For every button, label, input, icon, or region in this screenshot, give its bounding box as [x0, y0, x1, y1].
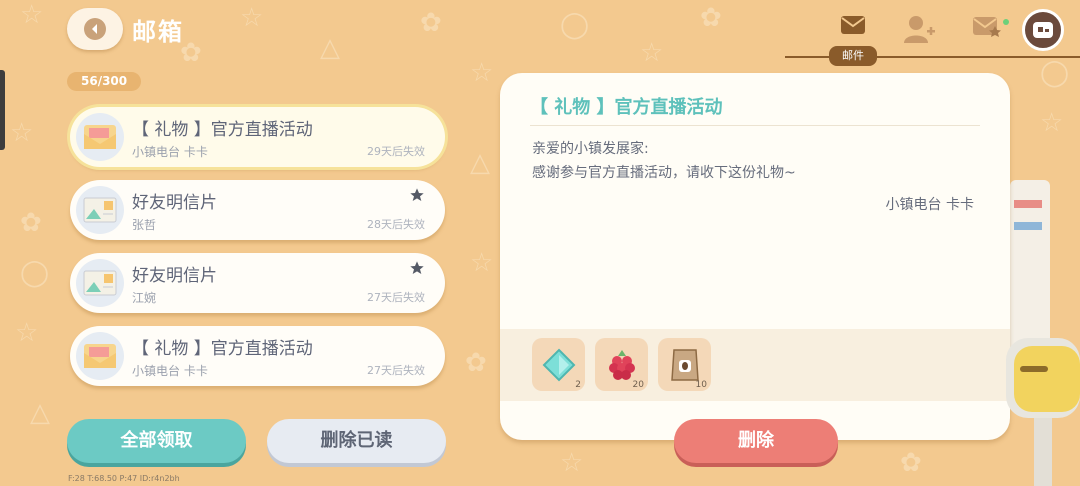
delete-read-button[interactable]: 删除已读	[267, 419, 446, 463]
detail-signature: 小镇电台 卡卡	[885, 197, 974, 213]
page-title: 邮箱	[132, 18, 184, 46]
mail-list-item[interactable]: 【 礼物 】官方直播活动 小镇电台 卡卡 29天后失效	[70, 107, 445, 167]
attachments-area: 2 20 10	[500, 329, 1010, 401]
mail-expire: 27天后失效	[367, 364, 425, 377]
left-edge-handle	[0, 70, 5, 150]
mail-expire: 28天后失效	[367, 218, 425, 231]
back-button[interactable]	[67, 8, 123, 50]
gift-envelope-icon	[76, 332, 124, 380]
attachment-item[interactable]: 2	[532, 338, 585, 391]
mail-tab-icon[interactable]	[840, 14, 866, 36]
claim-all-button[interactable]: 全部领取	[67, 419, 246, 463]
postcard-icon	[76, 186, 124, 234]
back-arrow-icon	[84, 18, 106, 40]
star-icon[interactable]	[409, 187, 425, 203]
mail-expire: 29天后失效	[367, 145, 425, 158]
attachment-count: 20	[632, 380, 644, 390]
notification-dot	[1003, 19, 1009, 25]
mail-title: 好友明信片	[132, 193, 217, 213]
avatar[interactable]	[1022, 9, 1064, 51]
detail-title: 【 礼物 】官方直播活动	[530, 97, 723, 118]
star-mail-icon[interactable]	[972, 14, 1002, 38]
postcard-icon	[76, 259, 124, 307]
add-friend-icon[interactable]	[902, 14, 936, 44]
delete-button[interactable]: 删除	[674, 419, 838, 463]
debug-info: F:28 T:68.50 P:47 ID:r4n2bh	[68, 474, 180, 483]
mail-sender: 江婉	[132, 291, 157, 305]
raspberry-icon	[608, 349, 635, 380]
mail-title: 【 礼物 】官方直播活动	[132, 120, 313, 140]
detail-body: 感谢参与官方直播活动，请收下这份礼物~	[532, 165, 796, 181]
mail-sender: 张哲	[132, 218, 157, 232]
mail-list-item[interactable]: 好友明信片 张哲 28天后失效	[70, 180, 445, 240]
attachment-count: 10	[695, 380, 707, 390]
mail-detail-panel: 【 礼物 】官方直播活动 亲爱的小镇发展家: 感谢参与官方直播活动，请收下这份礼…	[500, 73, 1010, 440]
coffee-bag-icon	[670, 348, 699, 381]
mail-list-item[interactable]: 【 礼物 】官方直播活动 小镇电台 卡卡 27天后失效	[70, 326, 445, 386]
tab-mail-label[interactable]: 邮件	[829, 46, 877, 66]
robot-face-icon	[1033, 22, 1053, 38]
mailbox-decoration	[1006, 338, 1080, 486]
mail-list-item[interactable]: 好友明信片 江婉 27天后失效	[70, 253, 445, 313]
star-icon[interactable]	[409, 260, 425, 276]
detail-divider	[530, 125, 980, 126]
attachment-count: 2	[575, 380, 581, 390]
mail-count-badge: 56/300	[67, 72, 142, 91]
mail-title: 好友明信片	[132, 266, 217, 286]
diamond-icon	[542, 348, 575, 381]
airmail-stripe-red	[1014, 200, 1042, 208]
airmail-stripe-blue	[1014, 222, 1042, 230]
gift-envelope-icon	[76, 113, 124, 161]
mail-title: 【 礼物 】官方直播活动	[132, 339, 313, 359]
mail-sender: 小镇电台 卡卡	[132, 145, 208, 159]
mail-sender: 小镇电台 卡卡	[132, 364, 208, 378]
mail-expire: 27天后失效	[367, 291, 425, 304]
detail-greeting: 亲爱的小镇发展家:	[532, 141, 649, 157]
attachment-item[interactable]: 10	[658, 338, 711, 391]
attachment-item[interactable]: 20	[595, 338, 648, 391]
